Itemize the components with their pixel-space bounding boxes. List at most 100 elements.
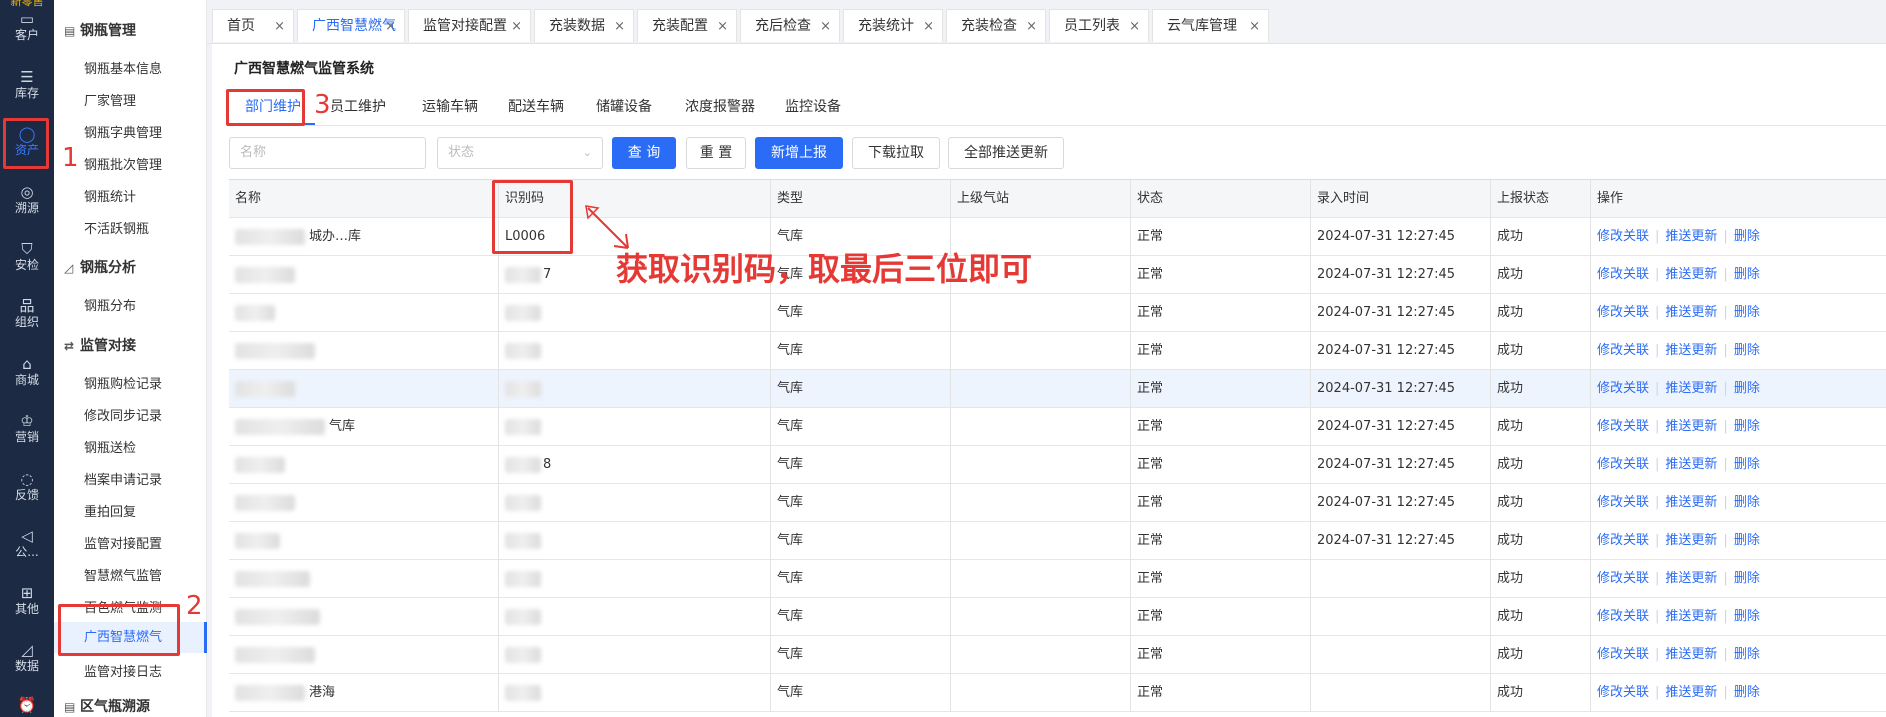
rail-item-9[interactable]: ◁ 公... [0, 527, 54, 559]
tab-0[interactable]: 首页 × [212, 9, 294, 42]
submenu-item[interactable]: 钢瓶统计 [84, 186, 136, 205]
reset-button[interactable]: 重 置 [686, 137, 746, 169]
delete-button[interactable]: 删除 [1734, 229, 1760, 244]
edit-link-button[interactable]: 修改关联 [1597, 533, 1649, 548]
rail-item-5[interactable]: 品组织 [0, 297, 54, 329]
edit-link-button[interactable]: 修改关联 [1597, 343, 1649, 358]
table-row[interactable]: 气库 正常 2024-07-31 12:27:45 成功 修改关联 | 推送更新 | 删除 [229, 332, 1886, 370]
table-row[interactable]: 气库 正常 2024-07-31 12:27:45 成功 修改关联 | 推送更新 | 删除 [229, 294, 1886, 332]
query-button[interactable]: 查 询 [612, 137, 676, 169]
rail-item-4[interactable]: ⛉ 安检 [0, 240, 54, 272]
edit-link-button[interactable]: 修改关联 [1597, 495, 1649, 510]
subtab-5[interactable]: 浓度报警器 [685, 96, 755, 116]
delete-button[interactable]: 删除 [1734, 457, 1760, 472]
table-row[interactable]: 气库 正常 成功 修改关联 | 推送更新 | 删除 [229, 636, 1886, 674]
edit-link-button[interactable]: 修改关联 [1597, 419, 1649, 434]
status-select[interactable]: 状态 ⌄ [437, 137, 603, 169]
subtab-4[interactable]: 储罐设备 [596, 96, 652, 116]
tab-5[interactable]: 充后检查 × [740, 9, 840, 42]
rail-item-0[interactable]: ▭ 客户 [0, 10, 54, 42]
alarm-icon[interactable]: ⏰ [0, 696, 54, 714]
edit-link-button[interactable]: 修改关联 [1597, 305, 1649, 320]
subtab-1[interactable]: 员工维护 [330, 96, 386, 116]
rail-item-8[interactable]: ◌ 反馈 [0, 470, 54, 502]
push-update-button[interactable]: 推送更新 [1665, 305, 1717, 320]
delete-button[interactable]: 删除 [1734, 305, 1760, 320]
close-icon[interactable]: × [717, 10, 728, 43]
tab-6[interactable]: 充装统计 × [843, 9, 943, 42]
push-update-button[interactable]: 推送更新 [1665, 229, 1717, 244]
edit-link-button[interactable]: 修改关联 [1597, 571, 1649, 586]
add-report-button[interactable]: 新增上报 [755, 137, 843, 169]
close-icon[interactable]: × [385, 10, 396, 43]
submenu-group-2[interactable]: ⇄ 监管对接 [64, 335, 136, 355]
push-update-button[interactable]: 推送更新 [1665, 419, 1717, 434]
submenu-item[interactable]: 钢瓶分布 [84, 295, 136, 314]
close-icon[interactable]: × [274, 10, 285, 43]
rail-item-7[interactable]: ♔ 营销 [0, 412, 54, 444]
submenu-item[interactable]: 监管对接日志 [84, 661, 162, 680]
push-all-button[interactable]: 全部推送更新 [948, 137, 1064, 169]
push-update-button[interactable]: 推送更新 [1665, 647, 1717, 662]
delete-button[interactable]: 删除 [1734, 685, 1760, 700]
tab-9[interactable]: 云气库管理 × [1152, 9, 1269, 42]
table-row[interactable]: 8 气库 正常 2024-07-31 12:27:45 成功 修改关联 | 推送更新 | 删除 [229, 446, 1886, 484]
submenu-item[interactable]: 钢瓶批次管理 [84, 154, 162, 173]
close-icon[interactable]: × [1249, 10, 1260, 43]
rail-item-11[interactable]: ◿ 数据 [0, 641, 54, 673]
submenu-item[interactable]: 监管对接配置 [84, 533, 162, 552]
push-update-button[interactable]: 推送更新 [1665, 267, 1717, 282]
edit-link-button[interactable]: 修改关联 [1597, 647, 1649, 662]
name-search-input[interactable]: 名称 [229, 137, 426, 169]
download-pull-button[interactable]: 下载拉取 [852, 137, 940, 169]
edit-link-button[interactable]: 修改关联 [1597, 457, 1649, 472]
table-row[interactable]: 港海 气库 正常 成功 修改关联 | 推送更新 | 删除 [229, 674, 1886, 712]
delete-button[interactable]: 删除 [1734, 609, 1760, 624]
table-row[interactable]: 气库 正常 成功 修改关联 | 推送更新 | 删除 [229, 598, 1886, 636]
submenu-item[interactable]: 钢瓶字典管理 [84, 122, 162, 141]
delete-button[interactable]: 删除 [1734, 533, 1760, 548]
subtab-3[interactable]: 配送车辆 [508, 96, 564, 116]
table-row[interactable]: 城办…库 L0006 气库 正常 2024-07-31 12:27:45 成功 修改关联 | 推… [229, 218, 1886, 256]
submenu-item[interactable]: 重拍回复 [84, 501, 136, 520]
push-update-button[interactable]: 推送更新 [1665, 495, 1717, 510]
close-icon[interactable]: × [1026, 10, 1037, 43]
tab-8[interactable]: 员工列表 × [1049, 9, 1149, 42]
edit-link-button[interactable]: 修改关联 [1597, 381, 1649, 396]
table-row[interactable]: 气库 正常 2024-07-31 12:27:45 成功 修改关联 | 推送更新 | 删除 [229, 370, 1886, 408]
delete-button[interactable]: 删除 [1734, 495, 1760, 510]
submenu-item[interactable]: 档案申请记录 [84, 469, 162, 488]
close-icon[interactable]: × [511, 10, 522, 43]
rail-item-3[interactable]: ◎ 溯源 [0, 183, 54, 215]
submenu-item[interactable]: 厂家管理 [84, 90, 136, 109]
push-update-button[interactable]: 推送更新 [1665, 343, 1717, 358]
push-update-button[interactable]: 推送更新 [1665, 571, 1717, 586]
delete-button[interactable]: 删除 [1734, 267, 1760, 282]
table-row[interactable]: 气库 正常 成功 修改关联 | 推送更新 | 删除 [229, 560, 1886, 598]
delete-button[interactable]: 删除 [1734, 343, 1760, 358]
submenu-group-1[interactable]: ◿ 钢瓶分析 [64, 257, 136, 277]
table-row[interactable]: 气库 正常 2024-07-31 12:27:45 成功 修改关联 | 推送更新 | 删除 [229, 484, 1886, 522]
rail-item-1[interactable]: ☰ 库存 [0, 68, 54, 100]
submenu-item[interactable]: 不活跃钢瓶 [84, 218, 149, 237]
push-update-button[interactable]: 推送更新 [1665, 609, 1717, 624]
delete-button[interactable]: 删除 [1734, 419, 1760, 434]
submenu-item[interactable]: 修改同步记录 [84, 405, 162, 424]
table-row[interactable]: 气库 气库 正常 2024-07-31 12:27:45 成功 修改关联 | 推送更新 | 删除 [229, 408, 1886, 446]
submenu-group-0[interactable]: ▤ 钢瓶管理 [64, 20, 136, 40]
submenu-item[interactable]: 钢瓶送检 [84, 437, 136, 456]
submenu-item[interactable]: 智慧燃气监管 [84, 565, 162, 584]
push-update-button[interactable]: 推送更新 [1665, 457, 1717, 472]
close-icon[interactable]: × [820, 10, 831, 43]
close-icon[interactable]: × [614, 10, 625, 43]
table-row[interactable]: 7 气库 正常 2024-07-31 12:27:45 成功 修改关联 | 推送更新 | 删除 [229, 256, 1886, 294]
push-update-button[interactable]: 推送更新 [1665, 381, 1717, 396]
rail-item-10[interactable]: ⊞ 其他 [0, 584, 54, 616]
edit-link-button[interactable]: 修改关联 [1597, 267, 1649, 282]
close-icon[interactable]: × [923, 10, 934, 43]
delete-button[interactable]: 删除 [1734, 571, 1760, 586]
edit-link-button[interactable]: 修改关联 [1597, 609, 1649, 624]
edit-link-button[interactable]: 修改关联 [1597, 229, 1649, 244]
subtab-2[interactable]: 运输车辆 [422, 96, 478, 116]
close-icon[interactable]: × [1129, 10, 1140, 43]
